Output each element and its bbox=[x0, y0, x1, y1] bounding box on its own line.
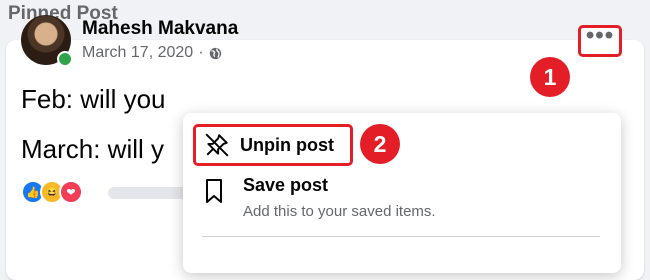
globe-icon bbox=[209, 47, 221, 59]
bookmark-icon bbox=[206, 179, 222, 203]
unpin-post-label: Unpin post bbox=[240, 134, 334, 155]
post-text-line-1: Feb: will you bbox=[21, 84, 166, 114]
blurred-reaction-count bbox=[108, 187, 188, 199]
online-status-icon bbox=[57, 51, 73, 67]
avatar[interactable] bbox=[21, 15, 73, 67]
more-dots-icon: ••• bbox=[585, 22, 615, 49]
unpin-post-menu-item[interactable]: Unpin post bbox=[193, 124, 353, 166]
save-post-label: Save post bbox=[243, 175, 329, 195]
menu-divider bbox=[202, 236, 600, 237]
save-post-description: Add this to your saved items. bbox=[243, 203, 436, 220]
meta-separator: · bbox=[198, 44, 204, 61]
love-icon: ❤ bbox=[59, 180, 83, 204]
author-name[interactable]: Mahesh Makvana bbox=[82, 18, 238, 40]
step-marker-2: 2 bbox=[360, 124, 400, 164]
unpin-icon bbox=[205, 133, 229, 157]
post-meta: March 17, 2020 · bbox=[82, 44, 222, 62]
post-text-line-2: March: will y bbox=[21, 134, 165, 164]
post-date[interactable]: March 17, 2020 bbox=[82, 44, 193, 62]
reaction-summary[interactable]: 👍 😆 ❤ bbox=[21, 180, 83, 204]
more-options-button[interactable]: ••• bbox=[578, 22, 622, 57]
step-marker-1: 1 bbox=[530, 57, 570, 97]
